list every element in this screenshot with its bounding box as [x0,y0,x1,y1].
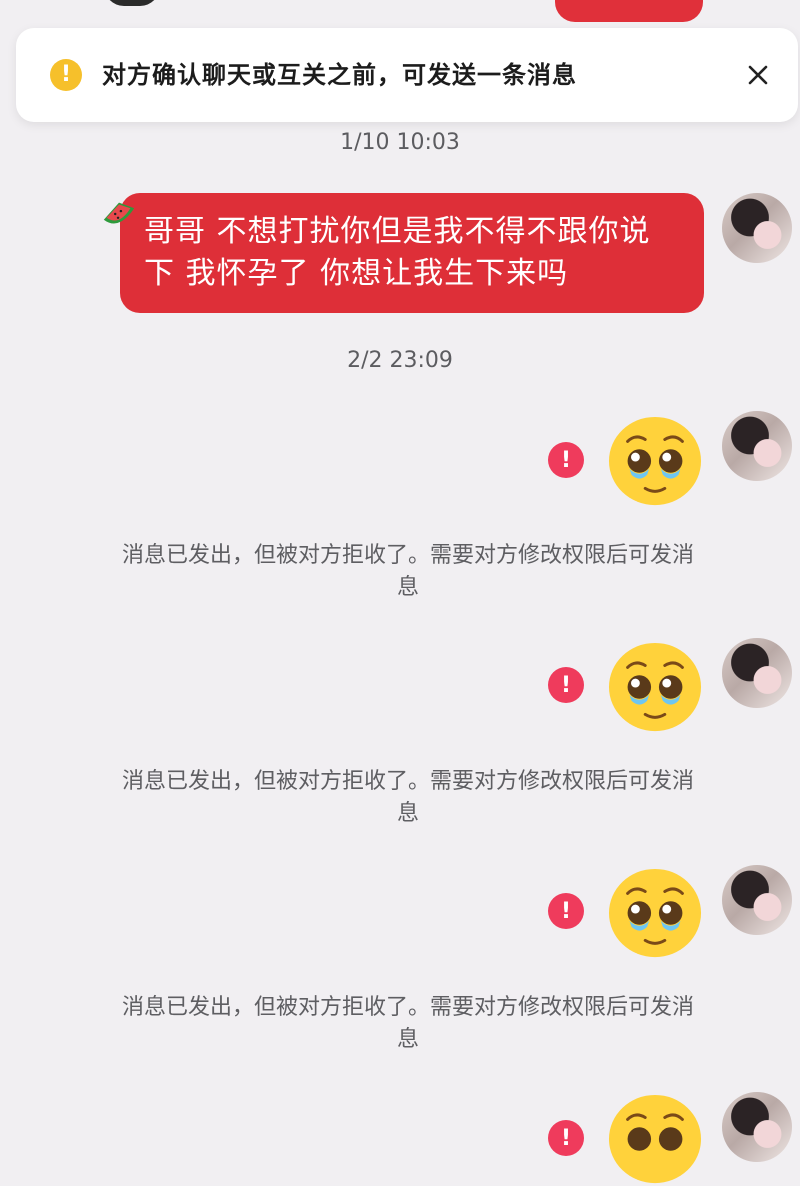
avatar[interactable] [722,1092,792,1162]
message-text-line: 哥哥 不想打扰你但是我不得不跟你说 [144,214,651,249]
pleading-face-emoji[interactable] [606,640,704,734]
warning-icon: ! [50,59,82,91]
rejected-status-line: 消息已发出，但被对方拒收了。需要对方修改权限后可发消 [121,543,694,568]
pleading-face-emoji[interactable] [606,414,704,508]
timestamp: 2/2 23:09 [347,348,453,373]
send-failed-icon[interactable]: ! [548,893,584,929]
rejected-status-text: 消息已发出，但被对方拒收了。需要对方修改权限后可发消 息 [96,992,720,1056]
message-bubble[interactable]: 哥哥 不想打扰你但是我不得不跟你说 下 我怀孕了 你想让我生下来吗 [120,193,704,313]
watermelon-sticker-icon [103,202,135,224]
rejected-status-text: 消息已发出，但被对方拒收了。需要对方修改权限后可发消 息 [96,766,720,830]
avatar[interactable] [722,865,792,935]
message-text-line: 下 我怀孕了 你想让我生下来吗 [144,256,569,291]
send-failed-icon[interactable]: ! [548,442,584,478]
notice-text: 对方确认聊天或互关之前，可发送一条消息 [102,61,577,89]
avatar[interactable] [722,638,792,708]
rejected-status-line: 消息已发出，但被对方拒收了。需要对方修改权限后可发消 [121,995,694,1020]
send-failed-icon[interactable]: ! [548,1120,584,1156]
send-failed-icon[interactable]: ! [548,667,584,703]
pleading-face-emoji[interactable] [606,866,704,960]
rejected-status-line: 息 [396,575,419,600]
message-limit-notice: ! 对方确认聊天或互关之前，可发送一条消息 [16,28,798,122]
previous-avatar-edge [104,0,160,6]
avatar[interactable] [722,411,792,481]
close-notice-button[interactable] [740,57,776,93]
rejected-status-text: 消息已发出，但被对方拒收了。需要对方修改权限后可发消 息 [96,540,720,604]
rejected-status-line: 息 [396,801,419,826]
top-partial-header [0,0,800,22]
avatar[interactable] [722,193,792,263]
timestamp: 1/10 10:03 [340,130,460,155]
rejected-status-line: 息 [396,1027,419,1052]
previous-bubble-edge [555,0,703,22]
rejected-status-line: 消息已发出，但被对方拒收了。需要对方修改权限后可发消 [121,769,694,794]
close-icon [748,65,768,85]
pleading-face-emoji[interactable] [606,1092,704,1186]
